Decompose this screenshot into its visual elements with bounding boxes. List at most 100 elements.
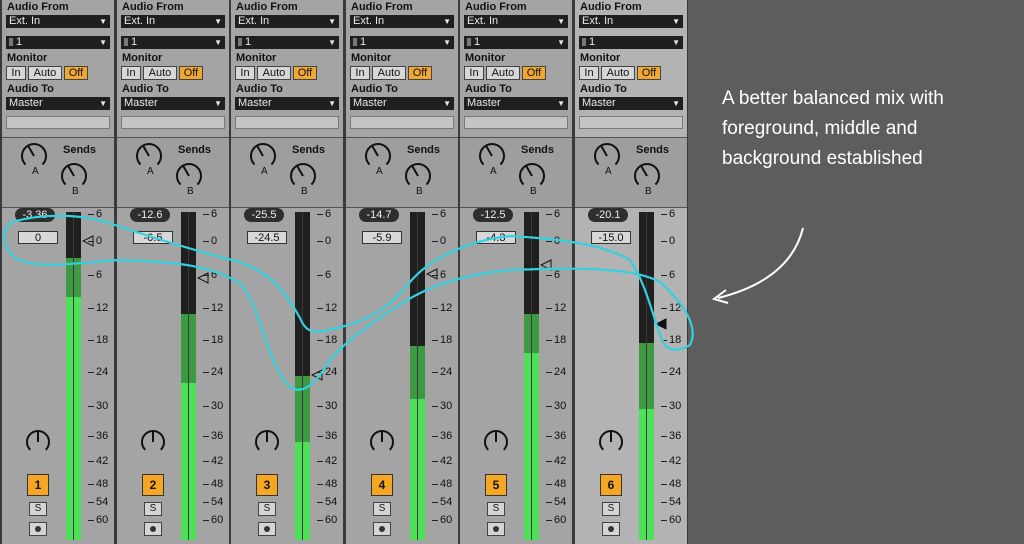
- monitor-auto-button[interactable]: Auto: [486, 66, 520, 80]
- input-channel-dropdown[interactable]: 1 ▼: [579, 36, 683, 49]
- output-dropdown[interactable]: Master ▼: [6, 97, 110, 110]
- record-arm-button[interactable]: [487, 522, 505, 536]
- solo-button[interactable]: S: [29, 502, 47, 516]
- solo-button[interactable]: S: [487, 502, 505, 516]
- record-arm-button[interactable]: [373, 522, 391, 536]
- volume-field[interactable]: -15.0: [591, 231, 631, 244]
- input-channel-dropdown[interactable]: 1 ▼: [235, 36, 339, 49]
- solo-button[interactable]: S: [602, 502, 620, 516]
- output-channel-field[interactable]: [464, 116, 568, 129]
- solo-button[interactable]: S: [144, 502, 162, 516]
- monitor-off-button[interactable]: Off: [64, 66, 88, 80]
- volume-field[interactable]: -24.5: [247, 231, 287, 244]
- db-scale-tick: [203, 520, 209, 521]
- monitor-off-button[interactable]: Off: [637, 66, 661, 80]
- track-activator-button[interactable]: 2: [142, 474, 164, 496]
- output-dropdown[interactable]: Master ▼: [464, 97, 568, 110]
- peak-level-readout: -25.5: [244, 208, 284, 222]
- input-type-dropdown[interactable]: Ext. In ▼: [235, 15, 339, 28]
- input-type-dropdown[interactable]: Ext. In ▼: [464, 15, 568, 28]
- volume-fader-handle[interactable]: [540, 259, 552, 272]
- output-channel-field[interactable]: [235, 116, 339, 129]
- monitor-in-button[interactable]: In: [121, 66, 141, 80]
- pan-knob[interactable]: [254, 429, 280, 455]
- output-dropdown[interactable]: Master ▼: [235, 97, 339, 110]
- monitor-off-button[interactable]: Off: [179, 66, 203, 80]
- input-channel-dropdown[interactable]: 1 ▼: [6, 36, 110, 49]
- volume-fader-handle[interactable]: [655, 318, 667, 330]
- sends-section: Sends A B: [575, 137, 687, 208]
- monitor-in-button[interactable]: In: [235, 66, 255, 80]
- pan-knob[interactable]: [369, 429, 395, 455]
- db-scale-label: 48: [669, 478, 682, 490]
- monitor-in-button[interactable]: In: [350, 66, 370, 80]
- db-scale-label: 30: [96, 400, 109, 412]
- monitor-auto-button[interactable]: Auto: [28, 66, 62, 80]
- monitor-in-button[interactable]: In: [464, 66, 484, 80]
- output-dropdown[interactable]: Master ▼: [350, 97, 454, 110]
- pan-knob[interactable]: [483, 429, 509, 455]
- volume-field[interactable]: -6.5: [133, 231, 173, 244]
- db-scale-label: 12: [325, 302, 338, 314]
- monitor-auto-button[interactable]: Auto: [372, 66, 406, 80]
- db-scale-tick: [317, 340, 323, 341]
- db-scale-label: 36: [96, 430, 109, 442]
- input-channel-dropdown[interactable]: 1 ▼: [350, 36, 454, 49]
- db-scale-tick: [546, 241, 552, 242]
- record-arm-button[interactable]: [602, 522, 620, 536]
- db-scale-tick: [317, 461, 323, 462]
- pan-knob[interactable]: [25, 429, 51, 455]
- volume-fader-handle[interactable]: [311, 369, 323, 381]
- track-activator-button[interactable]: 5: [485, 474, 507, 496]
- db-scale-tick: [546, 406, 552, 407]
- volume-fader-handle[interactable]: [197, 271, 209, 284]
- input-channel-dropdown[interactable]: 1 ▼: [464, 36, 568, 49]
- input-type-dropdown[interactable]: Ext. In ▼: [121, 15, 225, 28]
- monitor-auto-button[interactable]: Auto: [257, 66, 291, 80]
- track-activator-button[interactable]: 4: [371, 474, 393, 496]
- input-type-dropdown[interactable]: Ext. In ▼: [350, 15, 454, 28]
- db-scale-label: 42: [440, 455, 453, 467]
- pan-knob[interactable]: [140, 429, 166, 455]
- level-meter: [524, 212, 539, 540]
- volume-field[interactable]: -4.3: [476, 231, 516, 244]
- send-b-label: B: [301, 186, 308, 197]
- output-channel-field[interactable]: [579, 116, 683, 129]
- output-dropdown[interactable]: Master ▼: [121, 97, 225, 110]
- db-scale-tick: [432, 372, 438, 373]
- monitor-label: Monitor: [465, 52, 506, 64]
- io-section: Audio From Ext. In ▼ 1 ▼ Monitor In Auto Off Audi…: [575, 0, 687, 136]
- track-activator-button[interactable]: 6: [600, 474, 622, 496]
- monitor-in-button[interactable]: In: [6, 66, 26, 80]
- input-type-dropdown[interactable]: Ext. In ▼: [579, 15, 683, 28]
- monitor-auto-button[interactable]: Auto: [601, 66, 635, 80]
- db-scale-label: 36: [669, 430, 682, 442]
- record-arm-button[interactable]: [144, 522, 162, 536]
- monitor-auto-button[interactable]: Auto: [143, 66, 177, 80]
- solo-button[interactable]: S: [258, 502, 276, 516]
- input-type-dropdown[interactable]: Ext. In ▼: [6, 15, 110, 28]
- record-arm-button[interactable]: [29, 522, 47, 536]
- track-activator-button[interactable]: 1: [27, 474, 49, 496]
- volume-field[interactable]: 0: [18, 231, 58, 244]
- record-arm-button[interactable]: [258, 522, 276, 536]
- output-channel-field[interactable]: [350, 116, 454, 129]
- monitor-in-button[interactable]: In: [579, 66, 599, 80]
- peak-level-readout: -20.1: [588, 208, 628, 222]
- output-dropdown[interactable]: Master ▼: [579, 97, 683, 110]
- db-scale-tick: [546, 214, 552, 215]
- solo-button[interactable]: S: [373, 502, 391, 516]
- volume-field[interactable]: -5.9: [362, 231, 402, 244]
- channel-color-icon: [467, 38, 471, 46]
- monitor-off-button[interactable]: Off: [408, 66, 432, 80]
- output-channel-field[interactable]: [121, 116, 225, 129]
- monitor-label: Monitor: [236, 52, 277, 64]
- pan-knob[interactable]: [598, 429, 624, 455]
- monitor-off-button[interactable]: Off: [522, 66, 546, 80]
- chevron-down-icon: ▼: [557, 99, 565, 108]
- input-channel-dropdown[interactable]: 1 ▼: [121, 36, 225, 49]
- track-activator-button[interactable]: 3: [256, 474, 278, 496]
- monitor-off-button[interactable]: Off: [293, 66, 317, 80]
- db-scale-tick: [661, 241, 667, 242]
- output-channel-field[interactable]: [6, 116, 110, 129]
